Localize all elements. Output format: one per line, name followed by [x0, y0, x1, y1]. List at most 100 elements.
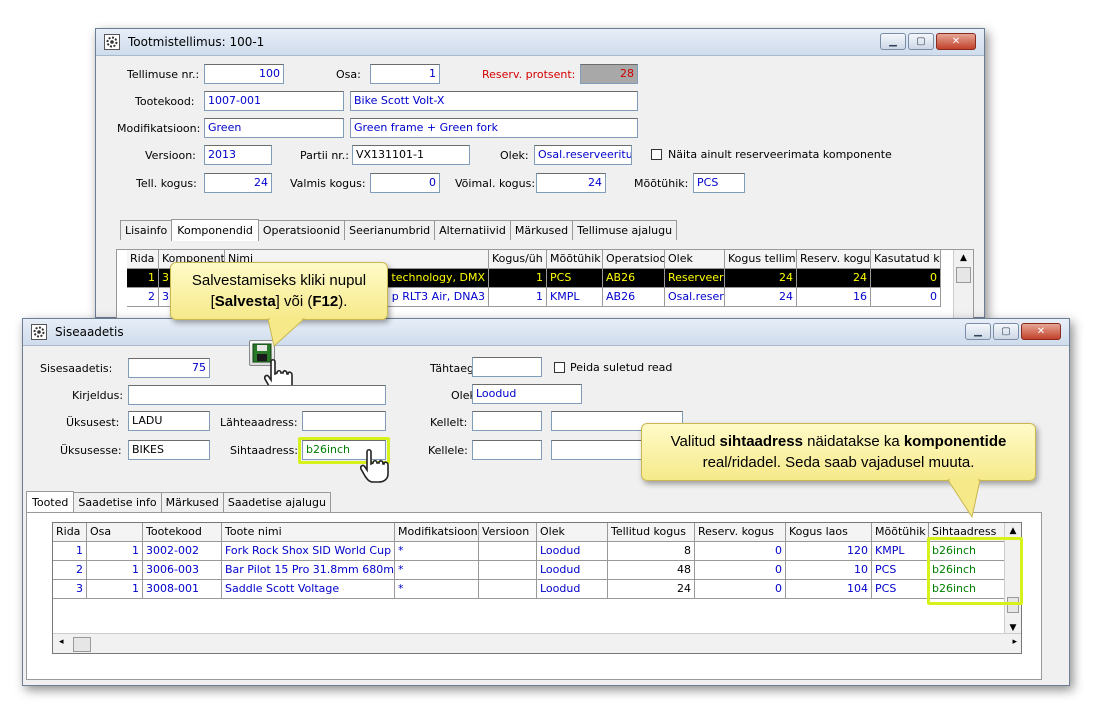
save-button-name: Salvesta [214, 293, 276, 310]
address-tooltip-prefix: Valitud [670, 433, 720, 450]
tab-tooted[interactable]: Tooted [26, 491, 75, 513]
cell: 1 [127, 269, 159, 288]
col-reserv-kogus[interactable]: Reserv. kogus [695, 523, 786, 542]
tab-alternatiivid[interactable]: Alternatiivid [434, 220, 511, 240]
gear-app-icon [104, 34, 120, 50]
tab-saadetise-ajalugu[interactable]: Saadetise ajalugu [222, 492, 331, 512]
cell: 10 [786, 561, 872, 580]
window-title: Siseaadetis [55, 325, 124, 339]
col-operatsioon[interactable]: Operatsioo [603, 250, 665, 269]
uksusest-label: Üksusest: [66, 416, 120, 429]
tootekood-name-field[interactable]: Bike Scott Volt-X [350, 91, 638, 111]
maximize-button[interactable]: ▢ [908, 33, 934, 50]
naita-checkbox[interactable] [651, 149, 662, 160]
peida-checkbox[interactable] [554, 362, 565, 373]
col-reserv-kogu[interactable]: Reserv. kogu [797, 250, 871, 269]
col-olek[interactable]: Olek [537, 523, 608, 542]
cell: AB26 [603, 269, 665, 288]
minimize-button[interactable]: ▁ [965, 323, 991, 340]
tootekood-field[interactable]: 1007-001 [204, 91, 344, 111]
uksusesse-field[interactable]: BIKES [128, 440, 210, 460]
valmis-kogus-field[interactable]: 0 [370, 173, 440, 193]
col-versioon[interactable]: Versioon [479, 523, 537, 542]
tab-tellimuse-ajalugu[interactable]: Tellimuse ajalugu [572, 220, 678, 240]
tellimuse-nr-field[interactable]: 100 [204, 64, 284, 84]
grid-header: Rida Osa Tootekood Toote nimi Modifikats… [53, 523, 1016, 542]
save-tooltip: Salvestamiseks kliki nupul [Salvesta] võ… [170, 262, 388, 320]
products-hscrollbar[interactable]: ◂ ▸ [53, 633, 1021, 653]
olek-field[interactable]: Loodud [472, 384, 582, 404]
tab-lisainfo[interactable]: Lisainfo [120, 220, 173, 240]
tab-saadetise-info[interactable]: Saadetise info [73, 492, 162, 512]
col-rida[interactable]: Rida [127, 250, 159, 269]
tahtaeg-field[interactable] [472, 357, 542, 377]
uksusest-field[interactable]: LADU [128, 411, 210, 431]
save-shortcut-key: F12 [312, 293, 339, 310]
hand-cursor-icon [360, 448, 389, 483]
modifikatsioon-desc-field[interactable]: Green frame + Green fork [350, 118, 638, 138]
col-kogus-tellim[interactable]: Kogus tellim. [725, 250, 797, 269]
kirjeldus-label: Kirjeldus: [72, 389, 124, 402]
voimal-kogus-field[interactable]: 24 [536, 173, 606, 193]
reserv-protsent-label: Reserv. protsent: [482, 68, 576, 81]
maximize-button[interactable]: ▢ [993, 323, 1019, 340]
cell: 3008-001 [143, 580, 222, 599]
cell: KMPL [547, 288, 603, 307]
modifikatsioon-field[interactable]: Green [204, 118, 344, 138]
cell: 1 [87, 561, 143, 580]
sihtaadress-column-highlight [927, 537, 1023, 605]
col-kogus-laos[interactable]: Kogus laos [786, 523, 872, 542]
mootuhik-field[interactable]: PCS [693, 173, 745, 193]
uksusesse-label: Üksusesse: [60, 444, 122, 457]
tab-markused[interactable]: Märkused [509, 220, 574, 240]
col-olek[interactable]: Olek [665, 250, 725, 269]
cell: 104 [786, 580, 872, 599]
partii-field[interactable]: VX131101-1 [352, 145, 470, 165]
lahteaadress-field[interactable] [302, 411, 386, 431]
col-osa[interactable]: Osa [87, 523, 143, 542]
col-tellitud-kogus[interactable]: Tellitud kogus [608, 523, 695, 542]
lahteaadress-label: Lähteaadress: [220, 416, 298, 429]
siseaadetis-field[interactable]: 75 [128, 358, 210, 378]
col-toote-nimi[interactable]: Toote nimi [222, 523, 395, 542]
osa-field[interactable]: 1 [370, 64, 440, 84]
col-kogus-uh[interactable]: Kogus/üh [489, 250, 547, 269]
table-row[interactable]: 1 1 3002-002 Fork Rock Shox SID World Cu… [53, 542, 1016, 561]
kellelt-label: Kellelt: [430, 416, 468, 429]
table-row[interactable]: 3 1 3008-001 Saddle Scott Voltage * Lood… [53, 580, 1016, 599]
col-modifikatsioon[interactable]: Modifikatsioon [395, 523, 479, 542]
save-tooltip-connector: või ( [279, 293, 313, 310]
cell: 3002-002 [143, 542, 222, 561]
tab-komponendid[interactable]: Komponendid [171, 219, 259, 241]
col-mootuhik[interactable]: Mõõtühik [872, 523, 929, 542]
cell: 0 [695, 561, 786, 580]
minimize-button[interactable]: ▁ [880, 33, 906, 50]
olek-field[interactable]: Osal.reserveeritud [534, 145, 632, 165]
col-rida[interactable]: Rida [53, 523, 87, 542]
tab-operatsioonid[interactable]: Operatsioonid [257, 220, 346, 240]
table-row[interactable]: 2 1 3006-003 Bar Pilot 15 Pro 31.8mm 680… [53, 561, 1016, 580]
cell: AB26 [603, 288, 665, 307]
cell: Fork Rock Shox SID World Cup [222, 542, 395, 561]
tell-kogus-label: Tell. kogus: [136, 177, 197, 190]
cell [479, 542, 537, 561]
col-mootuhik[interactable]: Mõõtühik [547, 250, 603, 269]
close-button[interactable]: ✕ [1021, 323, 1061, 340]
cell: 1 [87, 542, 143, 561]
cell: Saddle Scott Voltage [222, 580, 395, 599]
kellele-field[interactable] [472, 440, 542, 460]
components-scrollbar[interactable]: ▲ [953, 250, 973, 318]
title-bar: Tootmistellimus: 100-1 ▁ ▢ ✕ [96, 29, 984, 56]
col-tootekood[interactable]: Tootekood [143, 523, 222, 542]
col-kasutatud[interactable]: Kasutatud k [871, 250, 941, 269]
kirjeldus-field[interactable] [128, 385, 386, 405]
close-button[interactable]: ✕ [936, 33, 976, 50]
cell: Osal.reserv [665, 288, 725, 307]
tab-seerianumbrid[interactable]: Seerianumbrid [344, 220, 436, 240]
versioon-field[interactable]: 2013 [204, 145, 272, 165]
tab-markused[interactable]: Märkused [160, 492, 224, 512]
tootekood-label: Tootekood: [135, 95, 195, 108]
kellelt-field[interactable] [472, 411, 542, 431]
tell-kogus-field[interactable]: 24 [204, 173, 272, 193]
cell: KMPL [872, 542, 929, 561]
